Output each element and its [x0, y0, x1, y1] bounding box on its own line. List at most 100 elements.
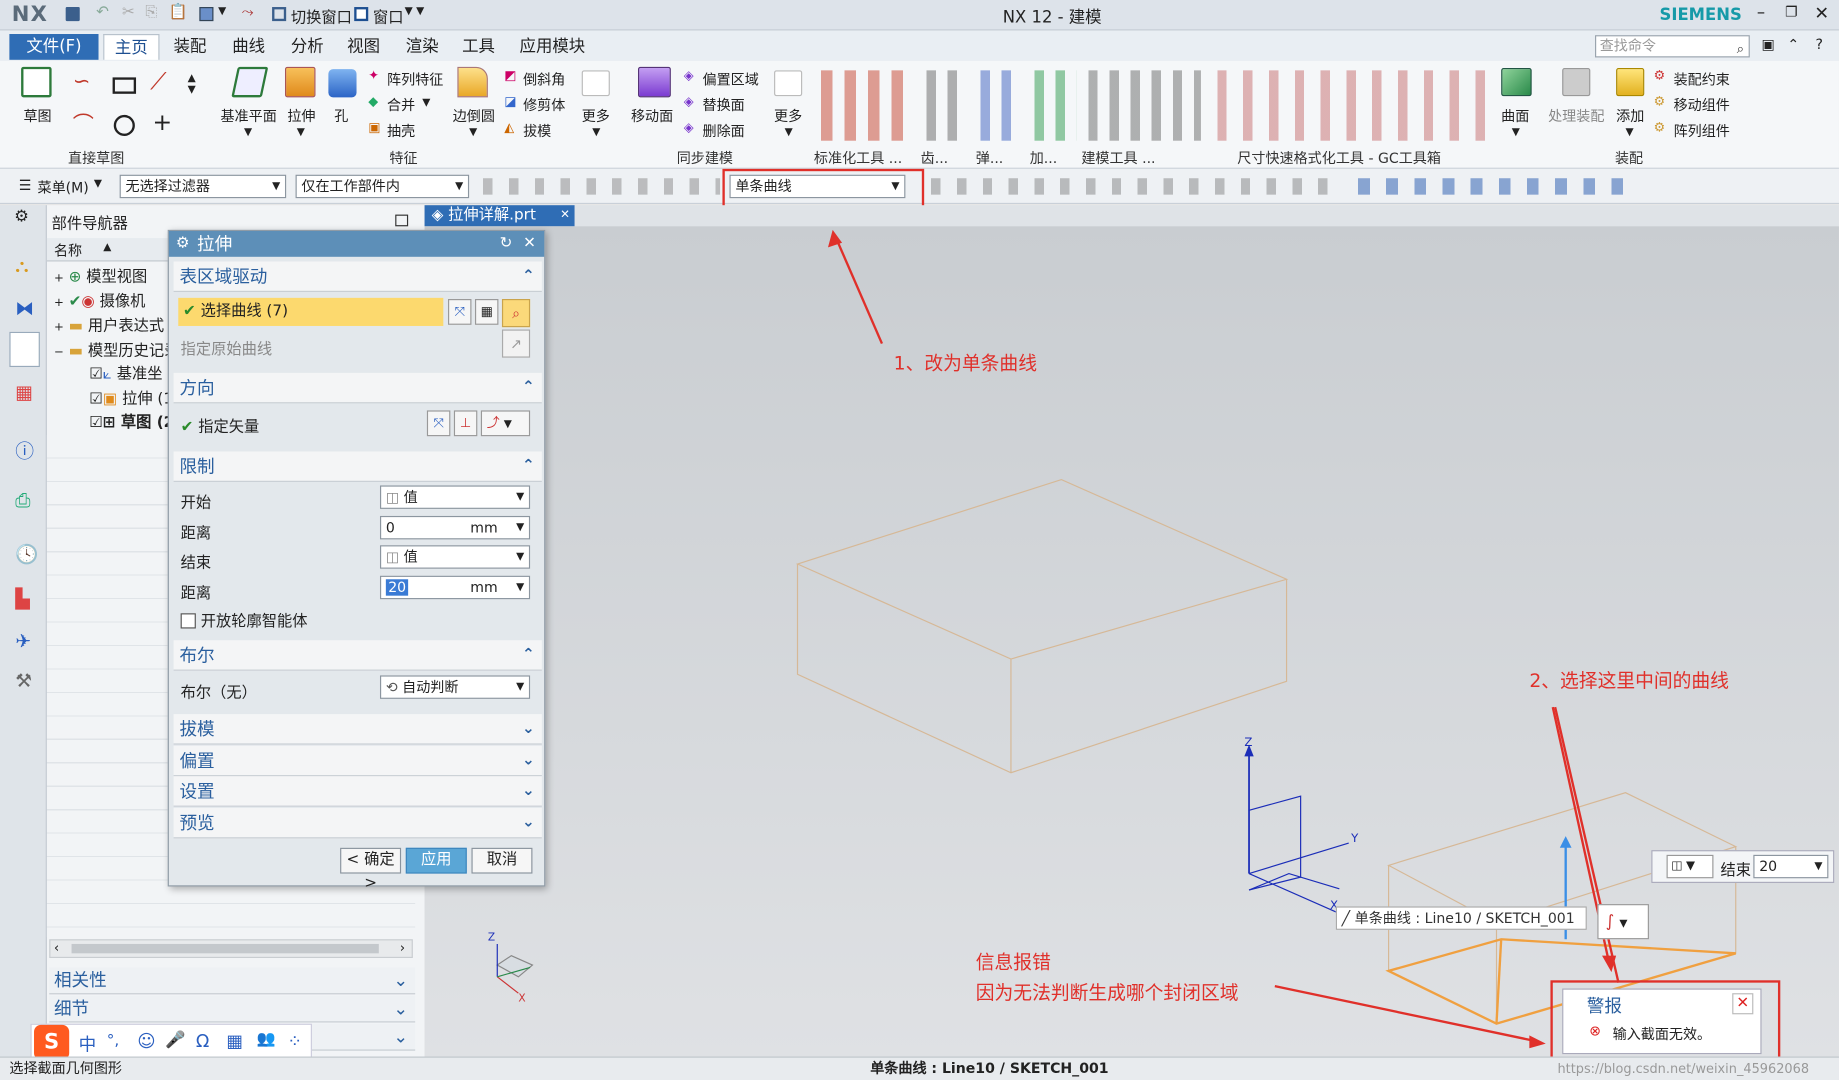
reset-icon[interactable]: ↻: [500, 231, 513, 257]
cancel-button[interactable]: 取消: [471, 847, 533, 874]
view-tool-icons[interactable]: [1353, 178, 1635, 195]
hole-button[interactable]: 孔: [334, 106, 348, 126]
edge-blend-button[interactable]: 边倒圆: [453, 106, 495, 126]
group-sync-modeling[interactable]: 同步建模: [677, 148, 733, 168]
scroll-thumb[interactable]: [71, 943, 379, 954]
sogou-logo-icon[interactable]: S: [34, 1024, 70, 1061]
extrude-icon[interactable]: [284, 66, 316, 98]
shell-button[interactable]: 抽壳: [387, 121, 415, 141]
add-component-button[interactable]: 添加: [1616, 106, 1644, 126]
offset-region-button[interactable]: 偏置区域: [703, 69, 759, 89]
reverse-direction-button[interactable]: ⊥: [453, 410, 478, 437]
ime-skin-icon[interactable]: ⁘: [287, 1031, 302, 1052]
cube-icon[interactable]: [199, 7, 214, 22]
tab-tools[interactable]: 工具: [453, 34, 505, 60]
ime-chinese-mode[interactable]: 中: [79, 1032, 97, 1057]
gear-tools-icons[interactable]: [921, 70, 967, 141]
process-studio-icon[interactable]: ✈: [15, 630, 31, 652]
pattern-feature-button[interactable]: 阵列特征: [387, 69, 443, 89]
type-filter-select[interactable]: 无选择过滤器: [119, 174, 287, 199]
visual-palette-icon[interactable]: ▙: [15, 587, 29, 609]
rectangle-icon[interactable]: [112, 77, 137, 94]
modeling-tools-icons[interactable]: [1083, 70, 1201, 141]
section-limits[interactable]: 限制 ⌃: [173, 451, 542, 482]
section-boolean[interactable]: 布尔 ⌃: [173, 640, 542, 671]
curve-icon-button[interactable]: ▦: [474, 299, 499, 325]
addon-tools-icons[interactable]: [1029, 70, 1077, 141]
scroll-left-icon[interactable]: ‹: [54, 940, 59, 955]
role-icon[interactable]: ⚒: [15, 670, 32, 692]
circle-icon[interactable]: [113, 114, 135, 137]
menu-button[interactable]: 菜单(M): [38, 177, 89, 197]
snap-tool-icons[interactable]: [924, 178, 1333, 195]
navigator-maximize-icon[interactable]: [395, 214, 409, 227]
close-tab-icon[interactable]: ✕: [560, 205, 570, 226]
scroll-right-icon[interactable]: ›: [400, 940, 405, 955]
move-face-button[interactable]: 移动面: [631, 106, 673, 126]
resource-settings-icon[interactable]: ⚙: [14, 208, 29, 227]
tree-user-expressions[interactable]: + ▬ 用户表达式: [54, 313, 164, 336]
ribbon-options-icon[interactable]: ▣: [1762, 36, 1775, 52]
close-icon[interactable]: ✕: [1814, 2, 1829, 23]
group-gc-toolkit[interactable]: 尺寸快速格式化工具 - GC工具箱: [1237, 148, 1441, 168]
draft-button[interactable]: 拔模: [523, 121, 551, 141]
group-feature[interactable]: 特征: [389, 148, 417, 168]
surface-icon[interactable]: [1501, 68, 1532, 97]
save-icon[interactable]: [65, 7, 80, 22]
tree-extrude[interactable]: ☑▣ 拉伸 (1: [89, 386, 173, 408]
web-browser-icon[interactable]: ⓘ: [15, 435, 34, 463]
open-profile-row[interactable]: 开放轮廓智能体: [180, 609, 307, 631]
paste-icon[interactable]: 📋: [169, 4, 188, 22]
line-icon[interactable]: ⟋: [150, 67, 166, 95]
ime-symbol-icon[interactable]: Ω: [196, 1031, 209, 1052]
apply-button[interactable]: 应用: [405, 847, 467, 874]
group-standard-tools[interactable]: 标准化工具 ...: [814, 148, 902, 168]
open-profile-checkbox[interactable]: [180, 613, 196, 629]
copy-icon[interactable]: ⎘: [145, 4, 157, 22]
group-direct-sketch[interactable]: 直接草图: [68, 148, 124, 168]
trim-body-button[interactable]: 修剪体: [523, 95, 565, 115]
process-assembly-button[interactable]: 处理装配: [1548, 106, 1604, 126]
tab-assembly[interactable]: 装配: [164, 34, 216, 60]
direct-sketch-more-icon[interactable]: ▲ ▼: [188, 73, 196, 96]
vector-dialog-button[interactable]: ⤧: [426, 410, 451, 437]
select-curve-row[interactable]: ✔ 选择曲线 (7): [178, 297, 444, 326]
tree-datum-csys[interactable]: ☑⟀ 基准坐: [89, 361, 162, 384]
command-search-input[interactable]: 查找命令 ⌕: [1595, 35, 1750, 58]
dropdown-icon[interactable]: ▼: [218, 6, 226, 18]
ime-user-icon[interactable]: 👥: [257, 1031, 276, 1049]
section-settings[interactable]: 设置 ⌄: [173, 776, 542, 807]
standard-tools-icons[interactable]: [816, 70, 911, 141]
assembly-constraint-button[interactable]: 装配约束: [1674, 69, 1730, 89]
curve-option-button[interactable]: ∫ ▼: [1597, 904, 1649, 940]
datum-plane-icon[interactable]: [231, 66, 269, 98]
more-sync-button[interactable]: 更多: [774, 106, 802, 126]
clock-icon[interactable]: 🕓: [15, 543, 38, 565]
history-icon[interactable]: ⎙: [15, 489, 30, 512]
switch-window-icon[interactable]: [272, 7, 287, 22]
command-icon[interactable]: ⤳: [242, 4, 254, 22]
edge-blend-icon[interactable]: [457, 66, 488, 98]
part-navigator-icon[interactable]: [9, 331, 40, 368]
accordion-details[interactable]: 细节 ⌄: [49, 995, 416, 1023]
sketch-button[interactable]: 草图: [23, 106, 51, 126]
collapse-ribbon-icon[interactable]: ⌃: [1787, 36, 1799, 52]
section-offset[interactable]: 偏置 ⌄: [173, 745, 542, 777]
more-sync-icon[interactable]: [774, 70, 803, 97]
group-gear[interactable]: 齿...: [921, 148, 949, 168]
more-features-icon[interactable]: [581, 70, 610, 97]
sketch-section-button[interactable]: ⤧: [448, 299, 472, 325]
window-menu-button[interactable]: 窗口: [373, 5, 404, 27]
accordion-dependencies[interactable]: 相关性 ⌄: [49, 967, 416, 995]
sketch-icon[interactable]: [21, 66, 52, 98]
tab-home[interactable]: 主页: [103, 34, 160, 60]
group-spring[interactable]: 弹...: [976, 148, 1004, 168]
tree-sketch[interactable]: ☑⊞ 草图 (2: [89, 409, 174, 432]
section-direction[interactable]: 方向 ⌃: [173, 372, 542, 404]
name-column-header[interactable]: 名称: [54, 240, 82, 260]
cut-icon[interactable]: ✂: [122, 4, 135, 22]
move-face-icon[interactable]: [638, 66, 671, 98]
curve-select-button[interactable]: ⌕: [501, 299, 531, 328]
tab-curve[interactable]: 曲线: [223, 34, 275, 60]
vector-type-select[interactable]: ⤴ ▼: [480, 410, 531, 437]
